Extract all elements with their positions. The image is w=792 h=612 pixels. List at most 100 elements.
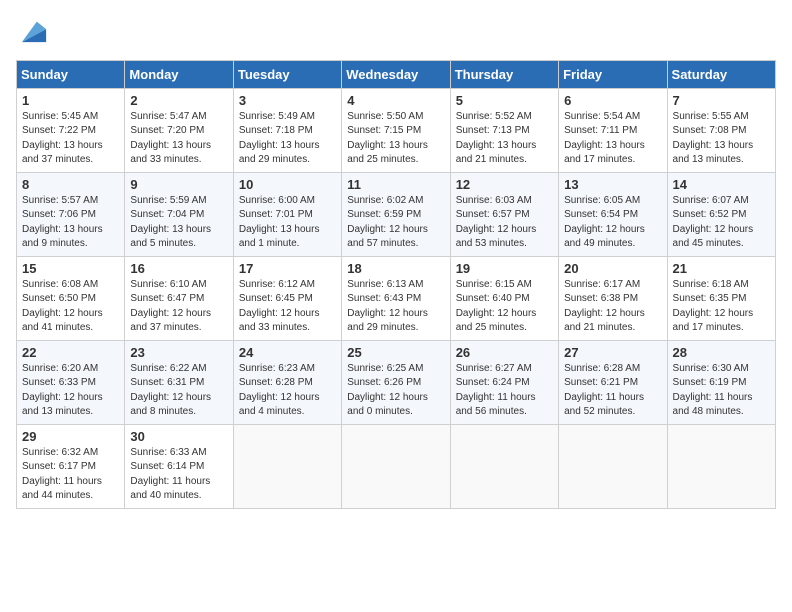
calendar-cell: 28 Sunrise: 6:30 AMSunset: 6:19 PMDaylig… (667, 340, 775, 424)
day-number: 8 (22, 177, 119, 192)
calendar-cell: 25 Sunrise: 6:25 AMSunset: 6:26 PMDaylig… (342, 340, 450, 424)
day-number: 25 (347, 345, 444, 360)
calendar-cell: 21 Sunrise: 6:18 AMSunset: 6:35 PMDaylig… (667, 256, 775, 340)
day-number: 1 (22, 93, 119, 108)
day-info: Sunrise: 6:05 AMSunset: 6:54 PMDaylight:… (564, 194, 661, 252)
day-info: Sunrise: 6:02 AMSunset: 6:59 PMDaylight:… (347, 194, 444, 252)
calendar-cell: 5 Sunrise: 5:52 AMSunset: 7:13 PMDayligh… (450, 88, 558, 172)
day-number: 12 (456, 177, 553, 192)
day-info: Sunrise: 6:12 AMSunset: 6:45 PMDaylight:… (239, 278, 336, 336)
calendar-table: SundayMondayTuesdayWednesdayThursdayFrid… (16, 60, 776, 509)
day-number: 20 (564, 261, 661, 276)
day-number: 27 (564, 345, 661, 360)
calendar-header-row: SundayMondayTuesdayWednesdayThursdayFrid… (17, 60, 776, 88)
day-number: 26 (456, 345, 553, 360)
calendar-cell: 4 Sunrise: 5:50 AMSunset: 7:15 PMDayligh… (342, 88, 450, 172)
day-info: Sunrise: 5:52 AMSunset: 7:13 PMDaylight:… (456, 110, 553, 168)
day-info: Sunrise: 6:13 AMSunset: 6:43 PMDaylight:… (347, 278, 444, 336)
calendar-cell (667, 424, 775, 508)
calendar-cell: 14 Sunrise: 6:07 AMSunset: 6:52 PMDaylig… (667, 172, 775, 256)
day-number: 17 (239, 261, 336, 276)
weekday-header-thursday: Thursday (450, 60, 558, 88)
calendar-cell: 11 Sunrise: 6:02 AMSunset: 6:59 PMDaylig… (342, 172, 450, 256)
day-info: Sunrise: 5:59 AMSunset: 7:04 PMDaylight:… (130, 194, 227, 252)
day-number: 19 (456, 261, 553, 276)
day-info: Sunrise: 6:27 AMSunset: 6:24 PMDaylight:… (456, 362, 553, 420)
day-info: Sunrise: 6:25 AMSunset: 6:26 PMDaylight:… (347, 362, 444, 420)
calendar-body: 1 Sunrise: 5:45 AMSunset: 7:22 PMDayligh… (17, 88, 776, 508)
weekday-header-friday: Friday (559, 60, 667, 88)
day-info: Sunrise: 6:00 AMSunset: 7:01 PMDaylight:… (239, 194, 336, 252)
day-info: Sunrise: 6:17 AMSunset: 6:38 PMDaylight:… (564, 278, 661, 336)
logo-icon (20, 16, 48, 44)
day-number: 18 (347, 261, 444, 276)
logo (16, 16, 48, 50)
calendar-cell: 16 Sunrise: 6:10 AMSunset: 6:47 PMDaylig… (125, 256, 233, 340)
day-info: Sunrise: 5:54 AMSunset: 7:11 PMDaylight:… (564, 110, 661, 168)
day-number: 15 (22, 261, 119, 276)
day-number: 3 (239, 93, 336, 108)
weekday-header-monday: Monday (125, 60, 233, 88)
day-number: 7 (673, 93, 770, 108)
day-number: 28 (673, 345, 770, 360)
day-info: Sunrise: 6:08 AMSunset: 6:50 PMDaylight:… (22, 278, 119, 336)
calendar-cell (559, 424, 667, 508)
weekday-header-wednesday: Wednesday (342, 60, 450, 88)
day-number: 10 (239, 177, 336, 192)
day-info: Sunrise: 6:23 AMSunset: 6:28 PMDaylight:… (239, 362, 336, 420)
calendar-cell: 6 Sunrise: 5:54 AMSunset: 7:11 PMDayligh… (559, 88, 667, 172)
day-number: 6 (564, 93, 661, 108)
calendar-cell (233, 424, 341, 508)
weekday-header-saturday: Saturday (667, 60, 775, 88)
day-number: 30 (130, 429, 227, 444)
day-info: Sunrise: 5:57 AMSunset: 7:06 PMDaylight:… (22, 194, 119, 252)
day-number: 4 (347, 93, 444, 108)
day-info: Sunrise: 5:49 AMSunset: 7:18 PMDaylight:… (239, 110, 336, 168)
calendar-cell: 26 Sunrise: 6:27 AMSunset: 6:24 PMDaylig… (450, 340, 558, 424)
day-number: 29 (22, 429, 119, 444)
day-number: 24 (239, 345, 336, 360)
calendar-cell: 2 Sunrise: 5:47 AMSunset: 7:20 PMDayligh… (125, 88, 233, 172)
day-number: 21 (673, 261, 770, 276)
calendar-cell (450, 424, 558, 508)
calendar-cell: 19 Sunrise: 6:15 AMSunset: 6:40 PMDaylig… (450, 256, 558, 340)
day-info: Sunrise: 6:33 AMSunset: 6:14 PMDaylight:… (130, 446, 227, 504)
calendar-cell: 7 Sunrise: 5:55 AMSunset: 7:08 PMDayligh… (667, 88, 775, 172)
day-info: Sunrise: 5:50 AMSunset: 7:15 PMDaylight:… (347, 110, 444, 168)
calendar-cell: 9 Sunrise: 5:59 AMSunset: 7:04 PMDayligh… (125, 172, 233, 256)
calendar-cell: 27 Sunrise: 6:28 AMSunset: 6:21 PMDaylig… (559, 340, 667, 424)
day-info: Sunrise: 6:28 AMSunset: 6:21 PMDaylight:… (564, 362, 661, 420)
calendar-cell: 10 Sunrise: 6:00 AMSunset: 7:01 PMDaylig… (233, 172, 341, 256)
day-info: Sunrise: 6:30 AMSunset: 6:19 PMDaylight:… (673, 362, 770, 420)
day-info: Sunrise: 5:45 AMSunset: 7:22 PMDaylight:… (22, 110, 119, 168)
calendar-cell (342, 424, 450, 508)
day-number: 5 (456, 93, 553, 108)
calendar-cell: 18 Sunrise: 6:13 AMSunset: 6:43 PMDaylig… (342, 256, 450, 340)
calendar-cell: 24 Sunrise: 6:23 AMSunset: 6:28 PMDaylig… (233, 340, 341, 424)
day-number: 22 (22, 345, 119, 360)
day-info: Sunrise: 6:10 AMSunset: 6:47 PMDaylight:… (130, 278, 227, 336)
weekday-header-sunday: Sunday (17, 60, 125, 88)
day-info: Sunrise: 6:15 AMSunset: 6:40 PMDaylight:… (456, 278, 553, 336)
calendar-cell: 12 Sunrise: 6:03 AMSunset: 6:57 PMDaylig… (450, 172, 558, 256)
weekday-header-tuesday: Tuesday (233, 60, 341, 88)
day-info: Sunrise: 6:18 AMSunset: 6:35 PMDaylight:… (673, 278, 770, 336)
day-info: Sunrise: 5:47 AMSunset: 7:20 PMDaylight:… (130, 110, 227, 168)
calendar-cell: 17 Sunrise: 6:12 AMSunset: 6:45 PMDaylig… (233, 256, 341, 340)
calendar-cell: 29 Sunrise: 6:32 AMSunset: 6:17 PMDaylig… (17, 424, 125, 508)
calendar-cell: 30 Sunrise: 6:33 AMSunset: 6:14 PMDaylig… (125, 424, 233, 508)
day-number: 9 (130, 177, 227, 192)
calendar-cell: 1 Sunrise: 5:45 AMSunset: 7:22 PMDayligh… (17, 88, 125, 172)
day-info: Sunrise: 6:07 AMSunset: 6:52 PMDaylight:… (673, 194, 770, 252)
calendar-cell: 8 Sunrise: 5:57 AMSunset: 7:06 PMDayligh… (17, 172, 125, 256)
day-number: 11 (347, 177, 444, 192)
calendar-cell: 3 Sunrise: 5:49 AMSunset: 7:18 PMDayligh… (233, 88, 341, 172)
calendar-cell: 15 Sunrise: 6:08 AMSunset: 6:50 PMDaylig… (17, 256, 125, 340)
day-number: 14 (673, 177, 770, 192)
calendar-week-row: 1 Sunrise: 5:45 AMSunset: 7:22 PMDayligh… (17, 88, 776, 172)
day-info: Sunrise: 6:20 AMSunset: 6:33 PMDaylight:… (22, 362, 119, 420)
calendar-week-row: 8 Sunrise: 5:57 AMSunset: 7:06 PMDayligh… (17, 172, 776, 256)
day-info: Sunrise: 6:03 AMSunset: 6:57 PMDaylight:… (456, 194, 553, 252)
day-info: Sunrise: 6:22 AMSunset: 6:31 PMDaylight:… (130, 362, 227, 420)
calendar-cell: 20 Sunrise: 6:17 AMSunset: 6:38 PMDaylig… (559, 256, 667, 340)
